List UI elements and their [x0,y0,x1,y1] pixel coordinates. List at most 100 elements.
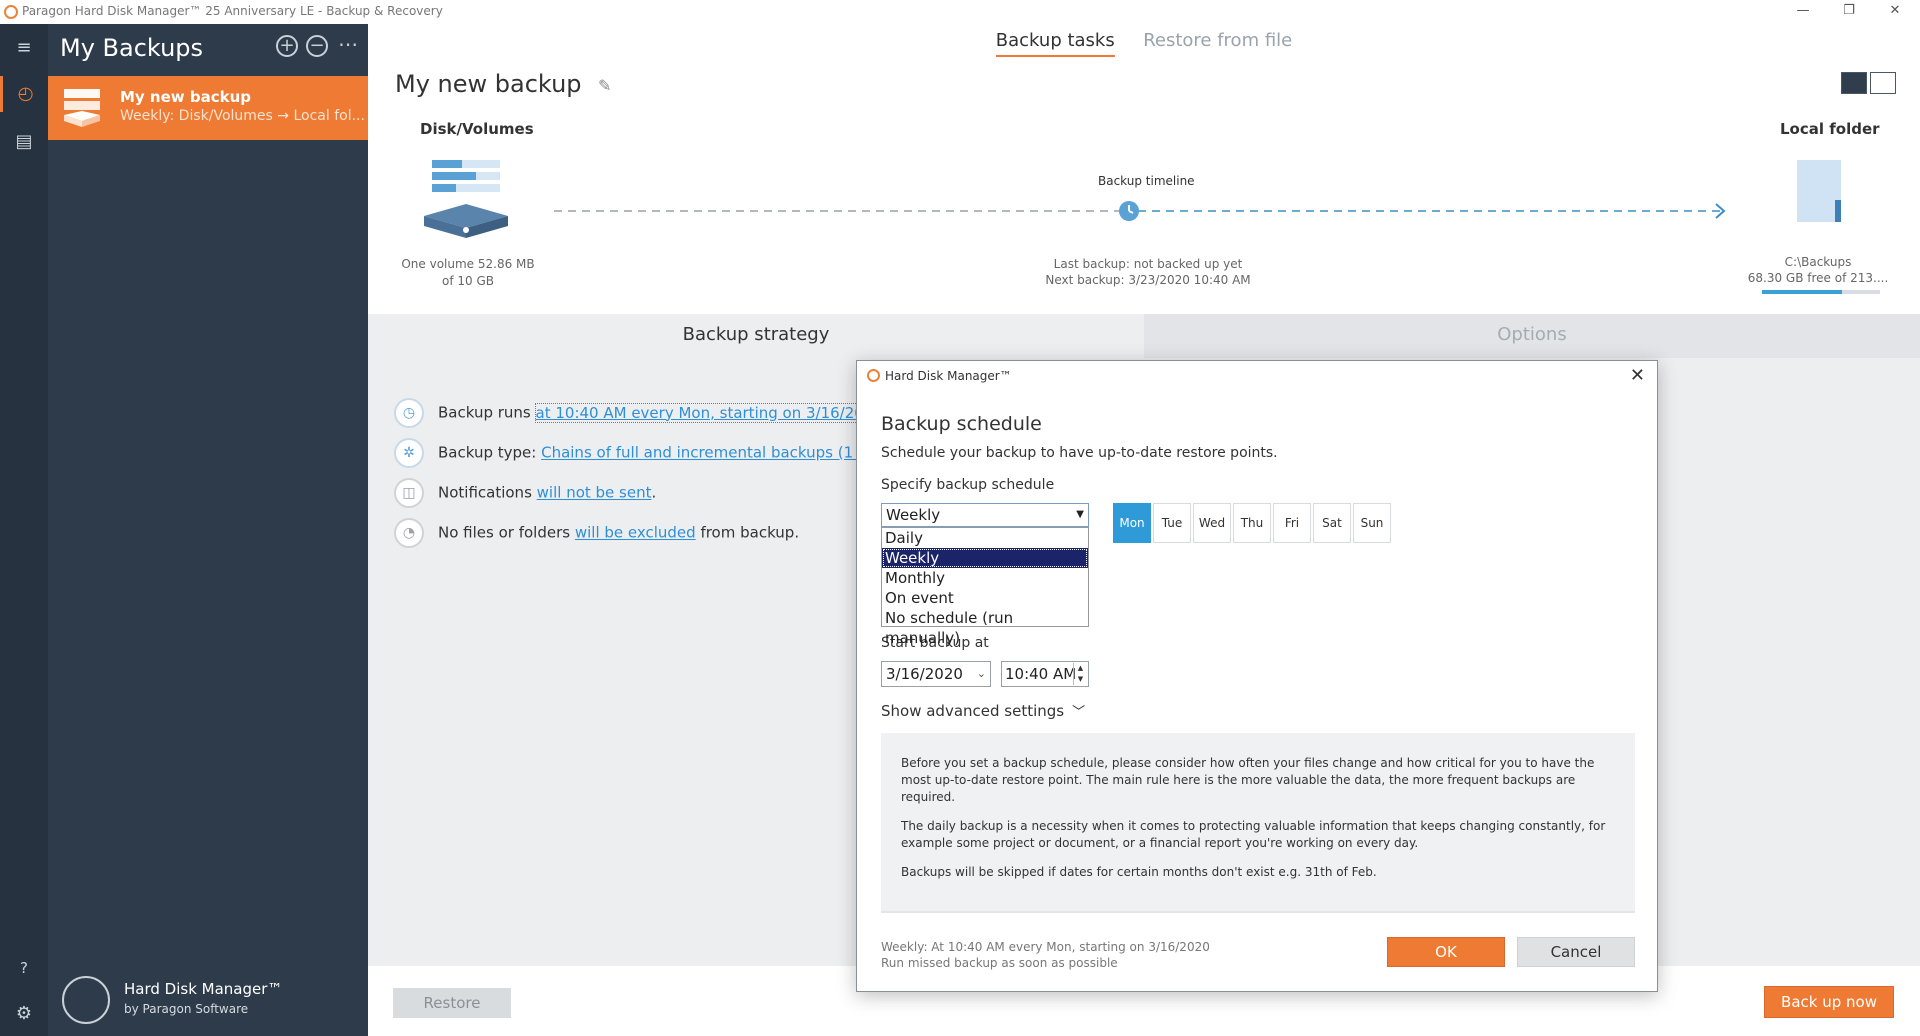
timeline-label: Backup timeline [1098,174,1195,188]
option-on-event[interactable]: On event [882,588,1088,608]
disk-volumes-icon[interactable] [422,158,510,240]
exclusions-prefix: No files or folders [438,523,575,542]
tab-options[interactable]: Options [1144,314,1920,358]
backup-stack-icon [64,89,100,127]
info-paragraph: Before you set a backup schedule, please… [901,756,1595,804]
chevron-down-icon[interactable]: ⌄ [977,662,986,686]
dropdown-arrow-icon[interactable]: ▼ [1076,504,1084,526]
backup-type-icon: ✲ [394,438,424,468]
backup-timeline [554,201,1726,221]
day-sat[interactable]: Sat [1313,503,1351,543]
schedule-link[interactable]: at 10:40 AM every Mon, starting on 3/16/… [534,402,884,423]
list-view-icon[interactable] [1870,72,1896,94]
menu-icon[interactable]: ≡ [0,30,48,66]
restore-button[interactable]: Restore [393,988,511,1018]
back-up-now-button[interactable]: Back up now [1764,986,1894,1018]
source-capacity: of 10 GB [442,274,494,288]
dialog-title: Hard Disk Manager™ [885,369,1012,383]
dialog-subheading: Schedule your backup to have up-to-date … [881,445,1278,461]
option-no-schedule[interactable]: No schedule (run manually) [882,608,1088,647]
exclusions-row: ◔ No files or folders will be excluded fr… [394,518,799,548]
clock-icon: ◷ [394,398,424,428]
option-monthly[interactable]: Monthly [882,568,1088,588]
source-info: One volume 52.86 MB of 10 GB [388,256,548,290]
advanced-settings-label: Show advanced settings [881,702,1065,720]
destination-usage-fill [1762,290,1843,294]
option-weekly[interactable]: Weekly [882,548,1088,568]
product-footer: Hard Disk Manager™ by Paragon Software [48,964,368,1036]
summary-missed: Run missed backup as soon as possible [881,956,1118,970]
backup-type-row: ✲ Backup type: Chains of full and increme… [394,438,913,468]
notifications-suffix: . [651,483,657,502]
sidebar-title: My Backups [60,34,204,62]
time-spinner-icon[interactable]: ▲ ▼ [1073,663,1087,685]
product-vendor: by Paragon Software [124,1002,249,1016]
tile-view-icon[interactable] [1841,72,1867,94]
schedule-row: ◷ Backup runs at 10:40 AM every Mon, star… [394,398,884,428]
dialog-titlebar: Hard Disk Manager™ [867,369,1012,383]
start-date-value: 3/16/2020 [886,665,963,683]
start-date-picker[interactable]: 3/16/2020 ⌄ [881,661,991,687]
add-backup-button[interactable]: + [276,35,298,57]
day-thu[interactable]: Thu [1233,503,1271,543]
notification-icon: ◫ [394,478,424,508]
backup-type-prefix: Backup type: [438,443,542,462]
day-sun[interactable]: Sun [1353,503,1391,543]
tab-backup-tasks[interactable]: Backup tasks [995,30,1115,57]
day-mon[interactable]: Mon [1113,503,1151,543]
backup-schedule-dialog: Hard Disk Manager™ ✕ Backup schedule Sch… [856,360,1658,992]
cancel-button[interactable]: Cancel [1517,937,1635,967]
exclusions-link[interactable]: will be excluded [575,524,696,542]
help-icon[interactable]: ? [0,950,48,986]
more-options-icon[interactable]: ⋯ [338,32,358,56]
start-time-value: 10:40 AM [1005,665,1077,683]
destination-free-space: 68.30 GB free of 213.... [1747,271,1889,285]
ok-button[interactable]: OK [1387,937,1505,967]
day-fri[interactable]: Fri [1273,503,1311,543]
settings-icon[interactable]: ⚙ [0,996,48,1032]
destination-path: C:\Backups [1784,255,1852,269]
close-window-button[interactable]: ✕ [1872,0,1918,24]
dialog-close-icon[interactable]: ✕ [1630,365,1645,386]
exclusions-suffix: from backup. [695,523,800,542]
exclude-icon: ◔ [394,518,424,548]
advanced-settings-toggle[interactable]: Show advanced settings ﹀ [881,701,1085,720]
local-folder-icon[interactable] [1795,158,1845,224]
schedule-type-select[interactable]: Weekly ▼ [881,503,1089,527]
timeline-info: Last backup: not backed up yet Next back… [1008,256,1288,288]
dialog-heading: Backup schedule [881,413,1042,435]
destination-label: Local folder [1780,120,1880,138]
option-daily[interactable]: Daily [882,528,1088,548]
notifications-row: ◫ Notifications will not be sent. [394,478,656,508]
day-tue[interactable]: Tue [1153,503,1191,543]
restore-window-button[interactable]: ❐ [1826,0,1872,24]
left-rail: ≡ ◴ ▤ ? ⚙ [0,24,48,1036]
drive-icon[interactable]: ▤ [0,124,48,160]
info-paragraph: The daily backup is a necessity when it … [901,819,1606,850]
app-logo-icon [4,5,18,19]
destination-usage-bar [1762,290,1880,294]
source-label: Disk/Volumes [420,120,534,138]
day-wed[interactable]: Wed [1193,503,1231,543]
history-icon[interactable]: ◴ [0,76,48,112]
notifications-link[interactable]: will not be sent [537,484,652,502]
tab-restore-from-file[interactable]: Restore from file [1143,30,1292,55]
remove-backup-button[interactable]: − [306,35,328,57]
source-size: One volume 52.86 MB [401,257,535,271]
backup-description: Weekly: Disk/Volumes → Local fol... [120,108,365,124]
view-toggle-group [1838,72,1896,98]
next-backup-text: Next backup: 3/23/2020 10:40 AM [1045,273,1251,287]
backup-list-item[interactable]: My new backup Weekly: Disk/Volumes → Loc… [48,76,368,140]
summary-schedule: Weekly: At 10:40 AM every Mon, starting … [881,940,1210,954]
start-time-field[interactable]: 10:40 AM ▲ ▼ [1001,661,1089,687]
minimize-button[interactable]: — [1780,0,1826,24]
plan-title: My new backup [395,70,582,98]
edit-icon[interactable]: ✎ [598,76,611,95]
schedule-type-dropdown: Daily Weekly Monthly On event No schedul… [881,527,1089,647]
tab-backup-strategy[interactable]: Backup strategy [368,314,1144,358]
top-tabs: Backup tasks Restore from file [368,30,1920,57]
window-title: Paragon Hard Disk Manager™ 25 Anniversar… [22,4,443,18]
schedule-summary: Weekly: At 10:40 AM every Mon, starting … [881,939,1210,971]
title-bar: Paragon Hard Disk Manager™ 25 Anniversar… [0,0,1920,24]
product-logo-icon [62,976,110,1024]
